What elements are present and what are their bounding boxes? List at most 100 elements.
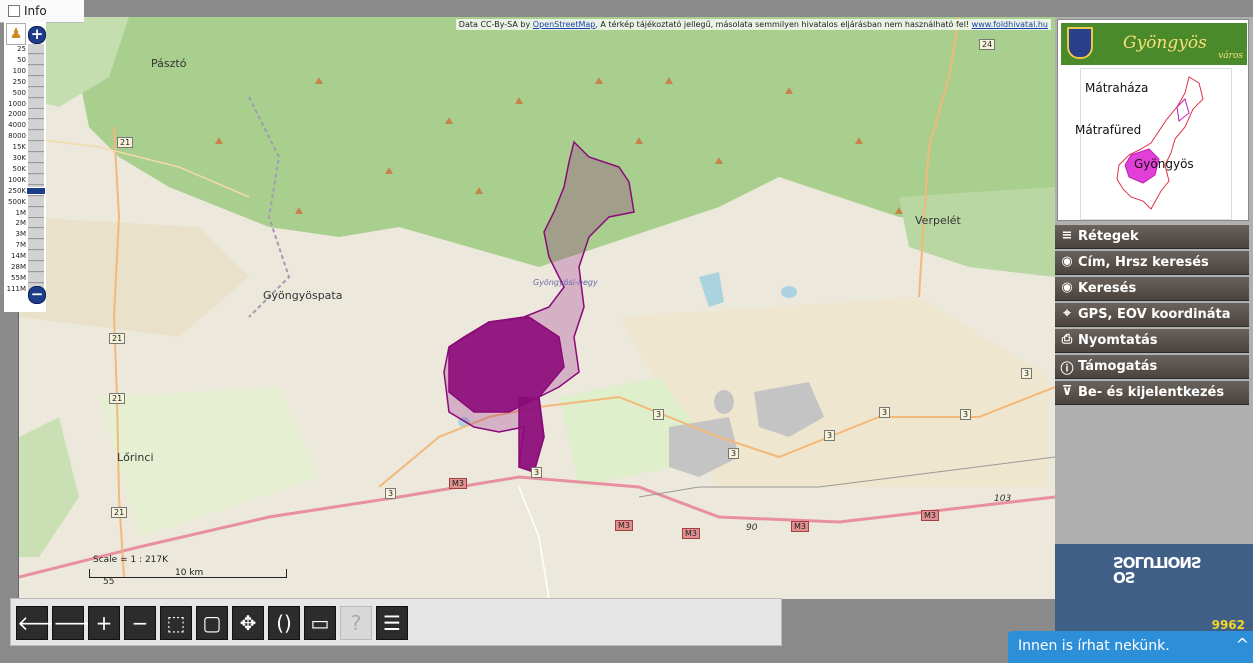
zoom-tick[interactable] bbox=[28, 98, 44, 109]
zoom-tick[interactable] bbox=[28, 240, 44, 251]
forward-button[interactable]: 🡒 bbox=[52, 606, 107, 640]
sponsor-box: OS SOLUTIONS 9962 bbox=[1055, 544, 1253, 636]
place-paszto: Pásztó bbox=[151, 57, 187, 70]
info-icon: ⓘ bbox=[1060, 362, 1074, 377]
zoom-tick[interactable] bbox=[28, 76, 44, 87]
visitor-counter: 9962 bbox=[1211, 618, 1245, 632]
menu-item-label: Rétegek bbox=[1078, 229, 1139, 244]
zoom-level-label: 2M bbox=[15, 219, 27, 228]
zoom-tick[interactable] bbox=[28, 163, 44, 174]
zoom-out-button[interactable]: − bbox=[124, 606, 156, 640]
logo-line2: SOLUTIONS bbox=[1113, 553, 1201, 571]
attribution-prefix: Data CC-By-SA by bbox=[458, 20, 533, 29]
overview-map[interactable]: Mátraháza Mátrafüred Gyöngyös bbox=[1075, 68, 1232, 220]
banner-subtitle: város bbox=[1218, 51, 1243, 61]
road-number-90: 90 bbox=[746, 523, 758, 533]
road-shield-3: 3 bbox=[824, 430, 836, 441]
menu-item[interactable]: ⊽ Be- és kijelentkezés bbox=[1055, 381, 1249, 405]
zoom-tick[interactable] bbox=[28, 272, 44, 283]
overview-label-matrafured: Mátrafüred bbox=[1075, 123, 1142, 137]
zoom-tick[interactable] bbox=[28, 218, 44, 229]
menu-item[interactable]: ⓘ Támogatás bbox=[1055, 355, 1249, 379]
zoom-tick[interactable] bbox=[28, 196, 44, 207]
scale-bar: Scale = 1 : 217K 10 km bbox=[89, 555, 289, 579]
zoom-box-button[interactable]: ⬚ bbox=[160, 606, 192, 640]
zoom-level-label: 1000 bbox=[8, 99, 26, 108]
map-canvas[interactable]: Data CC-By-SA by OpenStreetMap, A térkép… bbox=[18, 17, 1055, 599]
zoom-level-label: 4000 bbox=[8, 121, 26, 130]
menu-item[interactable]: ◉ Keresés bbox=[1055, 277, 1249, 301]
menu-item[interactable]: ⎙ Nyomtatás bbox=[1055, 329, 1249, 353]
zoom-tick[interactable] bbox=[28, 142, 44, 153]
motorway-shield-m3: M3 bbox=[682, 528, 700, 539]
map-attribution: Data CC-By-SA by OpenStreetMap, A térkép… bbox=[455, 19, 1051, 30]
document-button[interactable]: ☰ bbox=[376, 606, 408, 640]
eye-icon: ◉ bbox=[1061, 254, 1073, 269]
refresh-button[interactable]: () bbox=[268, 606, 300, 640]
zoom-tick[interactable] bbox=[28, 262, 44, 272]
place-verpelet: Verpelét bbox=[915, 214, 961, 227]
street-view-icon[interactable]: ♟ bbox=[6, 23, 26, 45]
zoom-tick[interactable] bbox=[28, 65, 44, 76]
osm-link[interactable]: OpenStreetMap bbox=[533, 20, 596, 29]
zoom-level-label: 250K bbox=[8, 186, 26, 195]
place-lorinci: Lőrinci bbox=[117, 451, 154, 464]
zoom-tick[interactable] bbox=[28, 229, 44, 240]
back-button[interactable]: 🡐 bbox=[16, 606, 71, 640]
foldhivatal-link[interactable]: www.foldhivatal.hu bbox=[972, 20, 1048, 29]
logo-line1: OS bbox=[1113, 568, 1135, 586]
pan-button[interactable]: ✥ bbox=[232, 606, 264, 640]
zoom-tick[interactable] bbox=[28, 153, 44, 163]
road-shield-21: 21 bbox=[117, 137, 134, 148]
map-layer bbox=[19, 17, 1055, 599]
zoom-out-icon[interactable]: − bbox=[28, 286, 46, 304]
zoom-in-button[interactable]: + bbox=[88, 606, 120, 640]
info-toggle[interactable]: Info bbox=[0, 0, 84, 23]
help-button[interactable]: ? bbox=[340, 606, 372, 640]
chat-text: Innen is írhat nekünk. bbox=[1018, 638, 1170, 654]
chat-widget[interactable]: Innen is írhat nekünk. ^ bbox=[1008, 631, 1253, 663]
zoom-slider[interactable] bbox=[28, 44, 44, 294]
menu-item[interactable]: ◉ Cím, Hrsz keresés bbox=[1055, 251, 1249, 275]
crosshair-icon: ⌖ bbox=[1063, 306, 1071, 321]
city-banner: Gyöngyös város bbox=[1061, 23, 1247, 65]
zoom-tick[interactable] bbox=[28, 120, 44, 131]
map-toolbar: 🡐 🡒 + − ⬚ ▢ ✥() ▭? ☰ bbox=[10, 598, 782, 646]
info-label: Info bbox=[24, 4, 47, 18]
overview-label-gyongyos: Gyöngyös bbox=[1134, 157, 1194, 171]
measure-button[interactable]: ▭ bbox=[304, 606, 336, 640]
zoom-in-icon[interactable]: + bbox=[28, 26, 46, 44]
motorway-shield-m3: M3 bbox=[791, 521, 809, 532]
scale-label: Scale = 1 : 217K bbox=[93, 555, 169, 565]
road-shield-21: 21 bbox=[111, 507, 128, 518]
road-shield-3: 3 bbox=[960, 409, 972, 420]
zoom-level-label: 111M bbox=[6, 284, 26, 293]
zoom-tick[interactable] bbox=[28, 174, 44, 185]
menu-item[interactable]: ⌖ GPS, EOV koordináta bbox=[1055, 303, 1249, 327]
zoom-level-label: 50 bbox=[17, 55, 26, 64]
road-shield-3: 3 bbox=[1021, 368, 1033, 379]
solutions-logo[interactable]: OS SOLUTIONS bbox=[1113, 553, 1201, 586]
right-panel: Gyöngyös város Mátraháza Mátrafüred Gyön… bbox=[1055, 17, 1253, 663]
info-checkbox[interactable] bbox=[8, 5, 20, 17]
zoom-tick[interactable] bbox=[28, 54, 44, 65]
chevron-up-icon[interactable]: ^ bbox=[1236, 635, 1249, 654]
menu-item[interactable]: ≡ Rétegek bbox=[1055, 225, 1249, 249]
zoom-level-label: 30K bbox=[12, 154, 27, 162]
road-shield-21: 21 bbox=[109, 333, 126, 344]
login-icon: ⊽ bbox=[1061, 384, 1073, 399]
coat-of-arms-icon bbox=[1067, 27, 1093, 59]
zoom-slider-thumb[interactable] bbox=[26, 186, 46, 195]
overview-label-matrahaza: Mátraháza bbox=[1085, 81, 1149, 95]
zoom-level-label: 25 bbox=[17, 45, 26, 53]
zoom-tick[interactable] bbox=[28, 109, 44, 120]
layers-icon: ≡ bbox=[1061, 228, 1073, 243]
zoom-tick[interactable] bbox=[28, 44, 44, 54]
zoom-tick[interactable] bbox=[28, 131, 44, 142]
banner-title: Gyöngyös bbox=[1123, 33, 1207, 53]
zoom-tick[interactable] bbox=[28, 251, 44, 262]
zoom-tick[interactable] bbox=[28, 87, 44, 98]
zoom-tick[interactable] bbox=[28, 207, 44, 218]
zoom-extent-button[interactable]: ▢ bbox=[196, 606, 228, 640]
attribution-disclaimer: , A térkép tájékoztató jellegű, másolata… bbox=[595, 20, 972, 29]
